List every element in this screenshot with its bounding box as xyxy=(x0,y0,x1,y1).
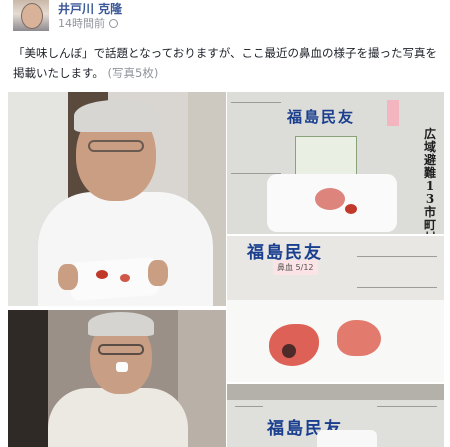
blood-stain xyxy=(315,188,345,210)
avatar-face xyxy=(21,3,43,29)
newsprint xyxy=(231,102,281,174)
left-hand xyxy=(58,264,78,290)
avatar[interactable] xyxy=(13,0,49,31)
blood-spot xyxy=(120,274,130,282)
newspaper-map xyxy=(295,136,357,178)
right-hand xyxy=(148,260,168,286)
newspaper-title: 福島民友 xyxy=(287,108,356,126)
blood-stain xyxy=(337,320,381,356)
photo-man-holding-tissue[interactable] xyxy=(8,92,226,306)
background-top xyxy=(227,384,444,400)
glasses xyxy=(88,140,144,152)
tissue xyxy=(317,430,377,447)
dark-clot xyxy=(282,344,296,358)
photo-man-nose-tissue[interactable] xyxy=(8,310,226,447)
nose-tissue xyxy=(116,362,128,372)
newspaper-headline: 広域避難13市町村55万人 xyxy=(423,127,436,235)
post-header: 井戸川 克隆 14時間前 xyxy=(0,0,450,36)
photo-count[interactable]: (写真5枚) xyxy=(108,66,159,80)
photo-newspaper-tissue[interactable]: 福島民友 広域避難13市町村55万人 xyxy=(227,92,444,234)
tissue xyxy=(227,300,444,382)
hair xyxy=(88,312,154,336)
blood-stain xyxy=(345,204,357,214)
post-body: 「美味しんぼ」で話題となっておりますが、ここ最近の鼻血の様子を撮った写真を掲載い… xyxy=(13,46,438,80)
photo-newspaper-blood-spots[interactable]: 福島民友 鼻血 5/12 xyxy=(227,236,444,382)
photo-newspaper[interactable]: 福島民友 xyxy=(227,384,444,447)
handwritten-note: 鼻血 5/12 xyxy=(273,260,318,275)
background-dark xyxy=(8,310,48,447)
newsprint xyxy=(377,406,437,445)
post-text: 「美味しんぼ」で話題となっておりますが、ここ最近の鼻血の様子を撮った写真を掲載い… xyxy=(13,43,438,83)
newsprint xyxy=(357,256,437,288)
globe-icon xyxy=(109,19,118,28)
blood-spot xyxy=(96,270,108,279)
timestamp[interactable]: 14時間前 xyxy=(58,17,105,30)
hair xyxy=(74,100,158,132)
post-meta: 14時間前 xyxy=(58,15,118,31)
tissue xyxy=(68,256,160,302)
pink-marker xyxy=(387,100,399,126)
shirt xyxy=(48,388,188,447)
glasses xyxy=(98,344,144,355)
newsprint xyxy=(235,406,263,445)
